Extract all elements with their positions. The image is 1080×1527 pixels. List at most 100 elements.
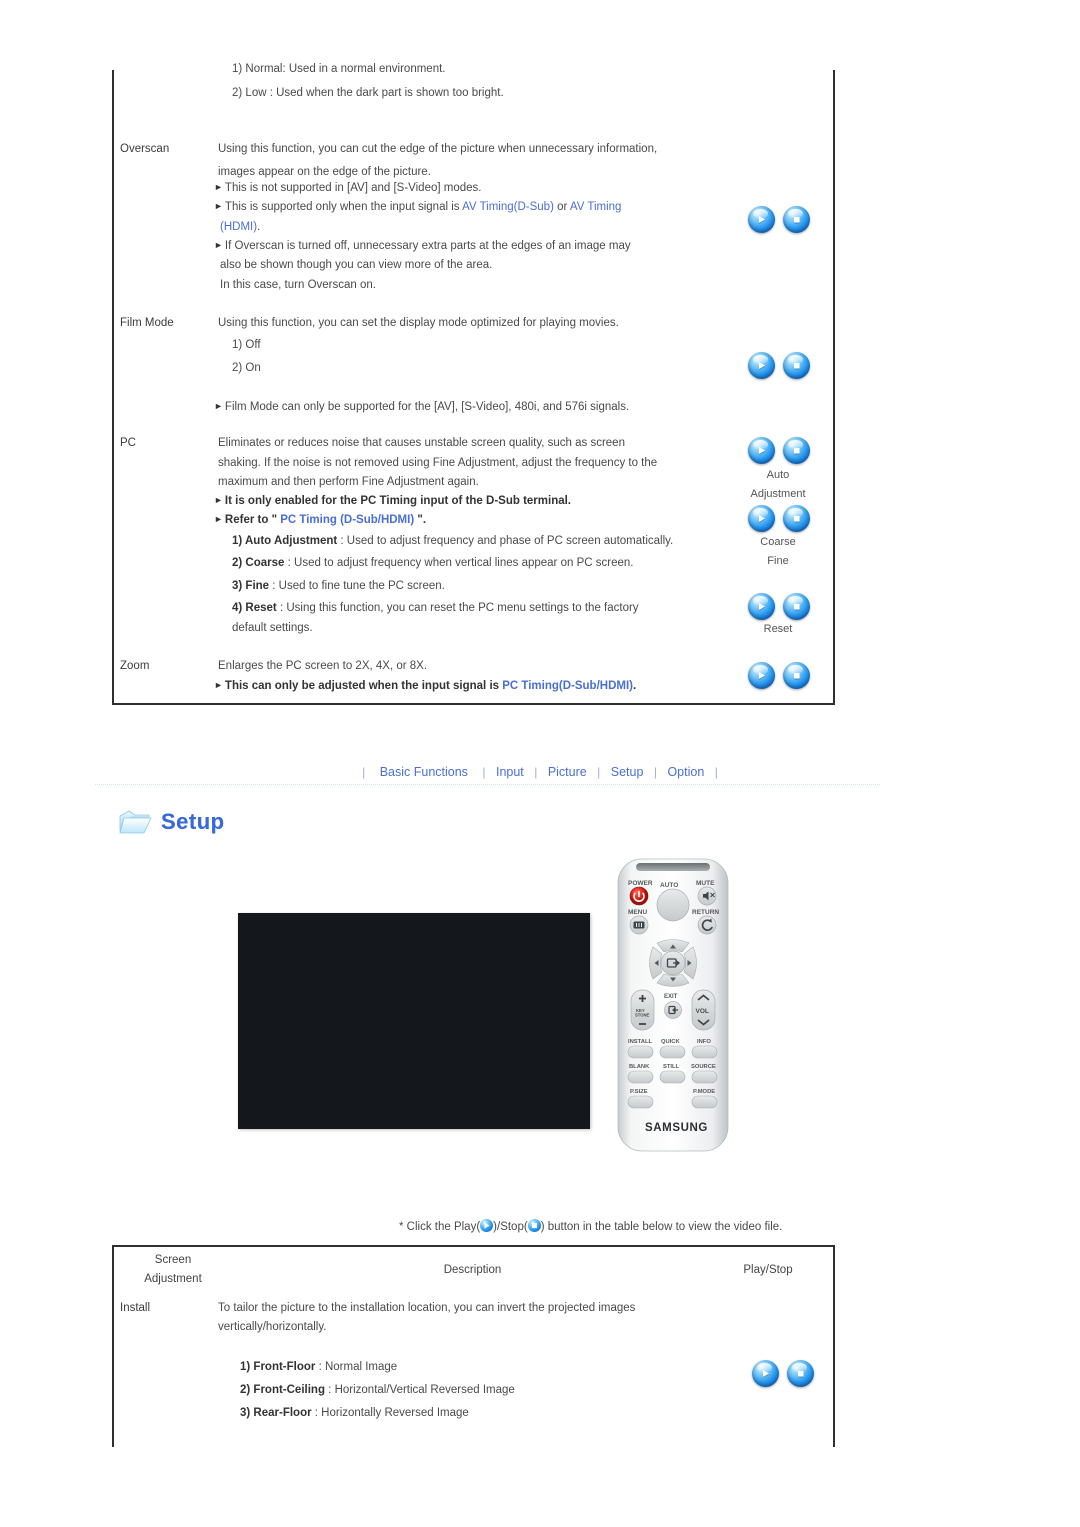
svg-text:P.MODE: P.MODE bbox=[693, 1089, 715, 1095]
svg-text:P.SIZE: P.SIZE bbox=[630, 1089, 648, 1095]
bullet-arrow-icon: ► bbox=[214, 182, 223, 192]
table-header-description: Description bbox=[443, 1264, 502, 1276]
bullet-arrow-icon: ► bbox=[214, 514, 223, 524]
film-mode-line-1: 1) Off bbox=[232, 339, 261, 351]
side-label-auto: Auto bbox=[766, 469, 790, 481]
pc-line-3: ► It is only enabled for the PC Timing in… bbox=[214, 495, 571, 507]
table-row-label-install: Install bbox=[120, 1302, 151, 1314]
pc-item-reset: 4) Reset : Using this function, you can … bbox=[232, 602, 639, 614]
table-header-adjustment: Adjustment bbox=[144, 1273, 202, 1285]
play-button[interactable] bbox=[748, 662, 775, 689]
folder-icon bbox=[118, 808, 152, 836]
table-header-screen: Screen bbox=[154, 1254, 192, 1266]
nav-item-option[interactable]: Option bbox=[667, 765, 704, 779]
nav-separator: | bbox=[534, 765, 538, 779]
row-label-pc: PC bbox=[120, 437, 136, 449]
stop-button[interactable] bbox=[783, 662, 810, 689]
svg-text:INFO: INFO bbox=[697, 1039, 711, 1045]
intro-item-0: 1) Normal: Used in a normal environment. bbox=[232, 63, 446, 75]
overscan-line-3: ► This is supported only when the input s… bbox=[214, 201, 622, 213]
svg-text:EXIT: EXIT bbox=[664, 994, 678, 1000]
nav-item-input[interactable]: Input bbox=[496, 765, 524, 779]
play-button[interactable] bbox=[748, 437, 775, 464]
side-label-fine: Fine bbox=[767, 555, 789, 567]
play-stop-buttons-coarse-fine[interactable] bbox=[748, 505, 810, 532]
side-label-coarse: Coarse bbox=[760, 536, 796, 548]
link-pc-timing-zoom[interactable]: PC Timing(D-Sub/HDMI) bbox=[502, 680, 633, 692]
svg-text:POWER: POWER bbox=[628, 880, 653, 887]
film-mode-line-0: Using this function, you can set the dis… bbox=[218, 317, 619, 329]
play-button[interactable] bbox=[748, 593, 775, 620]
svg-text:MENU: MENU bbox=[628, 909, 647, 916]
nav-separator: | bbox=[597, 765, 601, 779]
play-button[interactable] bbox=[748, 206, 775, 233]
play-stop-buttons-reset[interactable] bbox=[748, 593, 810, 620]
samsung-remote-control: POWER AUTO MUTE MENU RETURN KEY STONE EX… bbox=[612, 855, 734, 1155]
stop-button[interactable] bbox=[783, 206, 810, 233]
install-item-front-ceiling: 2) Front-Ceiling : Horizontal/Vertical R… bbox=[240, 1384, 515, 1396]
row-label-film-mode: Film Mode bbox=[120, 317, 174, 329]
row-label-zoom: Zoom bbox=[120, 660, 150, 672]
link-av-timing-dsub[interactable]: AV Timing(D-Sub) bbox=[462, 201, 554, 213]
zoom-line-0: Enlarges the PC screen to 2X, 4X, or 8X. bbox=[218, 660, 428, 672]
pc-line-2: maximum and then perform Fine Adjustment… bbox=[218, 476, 479, 488]
play-stop-buttons-film-mode[interactable] bbox=[748, 352, 810, 379]
stop-button[interactable] bbox=[783, 352, 810, 379]
pc-line-refer: ► Refer to " PC Timing (D-Sub/HDMI) ". bbox=[214, 514, 427, 526]
nav-item-setup[interactable]: Setup bbox=[611, 765, 644, 779]
bullet-arrow-icon: ► bbox=[214, 201, 223, 211]
table-header-play-stop: Play/Stop bbox=[743, 1264, 793, 1276]
pc-line-1: shaking. If the noise is not removed usi… bbox=[218, 457, 658, 469]
svg-text:BLANK: BLANK bbox=[629, 1064, 650, 1070]
svg-text:RETURN: RETURN bbox=[692, 909, 719, 916]
pc-item-reset-cont: default settings. bbox=[232, 622, 313, 634]
stop-button[interactable] bbox=[783, 505, 810, 532]
overscan-line-4: (HDMI). bbox=[220, 221, 261, 233]
overscan-line-6: also be shown though you can view more o… bbox=[220, 259, 493, 271]
play-stop-buttons-zoom[interactable] bbox=[748, 662, 810, 689]
pc-item-auto-adjustment: 1) Auto Adjustment : Used to adjust freq… bbox=[232, 535, 674, 547]
film-mode-line-3: ► Film Mode can only be supported for the… bbox=[214, 401, 630, 413]
overscan-line-1: images appear on the edge of the picture… bbox=[218, 166, 431, 178]
play-stop-buttons-install[interactable] bbox=[752, 1360, 814, 1387]
pc-item-coarse: 2) Coarse : Used to adjust frequency whe… bbox=[232, 557, 634, 569]
play-button[interactable] bbox=[748, 352, 775, 379]
svg-text:AUTO: AUTO bbox=[660, 882, 678, 889]
pc-line-0: Eliminates or reduces noise that causes … bbox=[218, 437, 625, 449]
side-label-adjustment: Adjustment bbox=[750, 488, 806, 500]
play-button[interactable] bbox=[748, 505, 775, 532]
video-player[interactable] bbox=[238, 913, 590, 1129]
svg-text:INSTALL: INSTALL bbox=[628, 1039, 653, 1045]
link-pc-timing[interactable]: PC Timing (D-Sub/HDMI) bbox=[280, 514, 414, 526]
play-stop-buttons-auto-adjustment[interactable] bbox=[748, 437, 810, 464]
stop-button[interactable] bbox=[783, 437, 810, 464]
nav-item-basic-functions[interactable]: Basic Functions bbox=[380, 765, 468, 779]
bullet-arrow-icon: ► bbox=[214, 240, 223, 250]
row-label-overscan: Overscan bbox=[120, 143, 170, 155]
stop-button[interactable] bbox=[787, 1360, 814, 1387]
link-hdmi[interactable]: (HDMI) bbox=[220, 221, 257, 233]
overscan-line-5: ► If Overscan is turned off, unnecessary … bbox=[214, 240, 631, 252]
svg-text:QUICK: QUICK bbox=[661, 1039, 680, 1045]
breadcrumb-nav: | Basic Functions | Input | Picture | Se… bbox=[0, 763, 1080, 781]
install-line-1: vertically/horizontally. bbox=[218, 1321, 327, 1333]
nav-separator: | bbox=[714, 765, 718, 779]
nav-divider bbox=[95, 784, 880, 786]
video-instruction-note: * Click the Play()/Stop() button in the … bbox=[399, 1219, 783, 1233]
link-av-timing[interactable]: AV Timing bbox=[570, 201, 622, 213]
zoom-line-1: ► This can only be adjusted when the inpu… bbox=[214, 680, 637, 692]
overscan-line-2: ► This is not supported in [AV] and [S-Vi… bbox=[214, 182, 482, 194]
intro-item-1: 2) Low : Used when the dark part is show… bbox=[232, 87, 504, 99]
play-button[interactable] bbox=[752, 1360, 779, 1387]
nav-item-picture[interactable]: Picture bbox=[548, 765, 587, 779]
install-item-rear-floor: 3) Rear-Floor : Horizontally Reversed Im… bbox=[240, 1407, 469, 1419]
bullet-arrow-icon: ► bbox=[214, 680, 223, 690]
install-item-front-floor: 1) Front-Floor : Normal Image bbox=[240, 1361, 398, 1373]
svg-text:STILL: STILL bbox=[663, 1064, 680, 1070]
install-line-0: To tailor the picture to the installatio… bbox=[218, 1302, 636, 1314]
svg-text:SAMSUNG: SAMSUNG bbox=[645, 1122, 708, 1134]
film-mode-line-2: 2) On bbox=[232, 362, 261, 374]
stop-button[interactable] bbox=[783, 593, 810, 620]
section-heading-setup: Setup bbox=[118, 808, 225, 836]
play-stop-buttons-overscan[interactable] bbox=[748, 206, 810, 233]
